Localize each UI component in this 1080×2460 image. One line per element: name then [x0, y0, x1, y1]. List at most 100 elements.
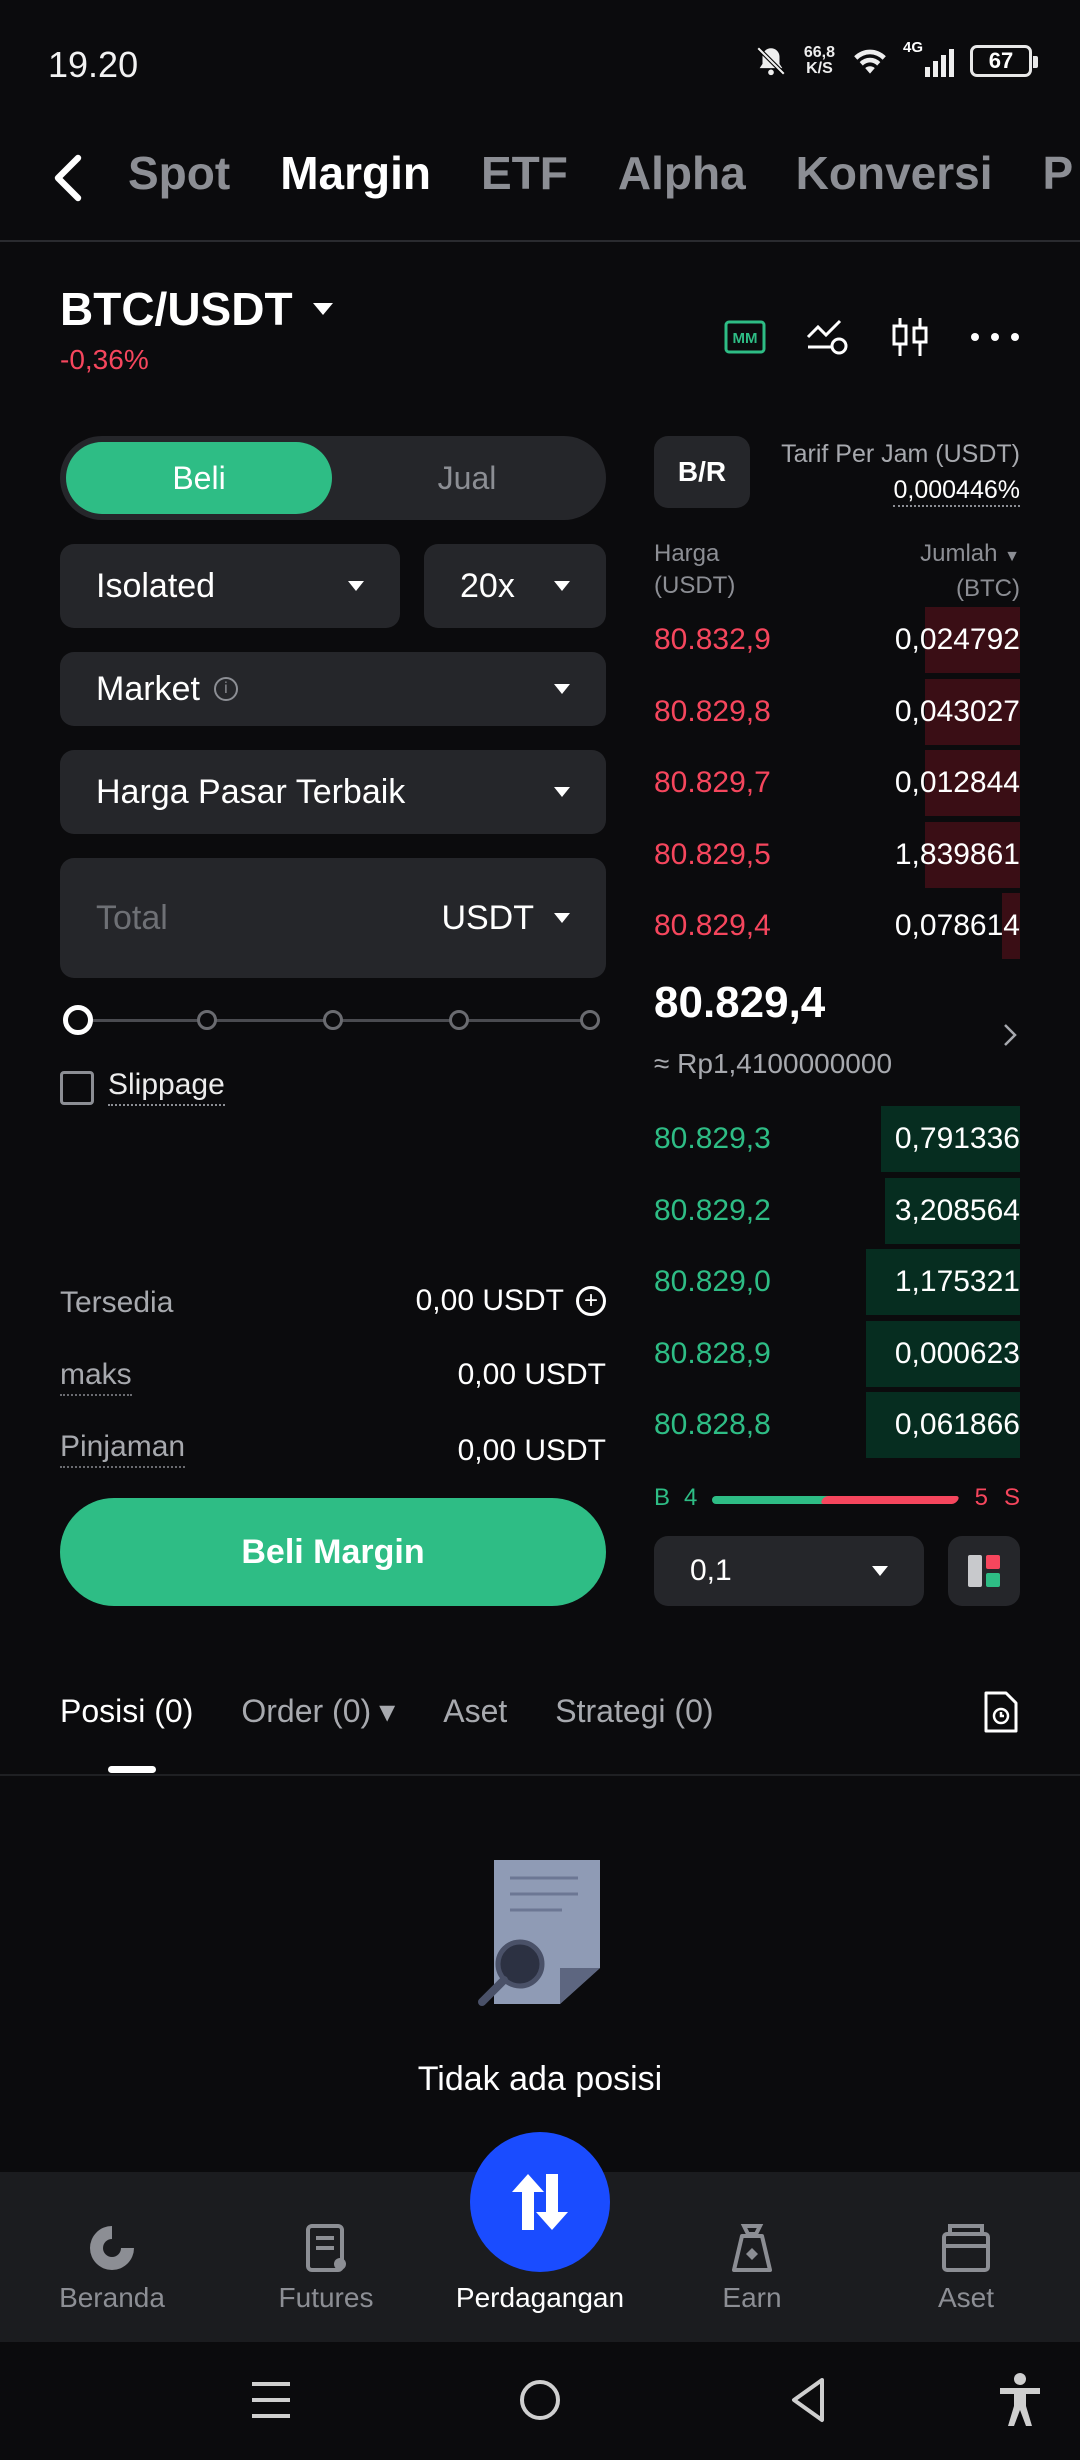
tab-alpha[interactable]: Alpha — [618, 146, 746, 200]
bid-price: 80.828,9 — [654, 1336, 771, 1370]
mute-bell-icon — [756, 46, 786, 76]
earn-icon — [732, 2224, 772, 2272]
plus-circle-icon[interactable]: + — [576, 1286, 606, 1316]
compare-icon[interactable] — [806, 317, 850, 357]
ratio-b-value: 4 — [684, 1484, 698, 1511]
slider-step-25[interactable] — [197, 1010, 217, 1030]
orderbook-layout-button[interactable] — [948, 1536, 1020, 1606]
top-nav: Spot Margin ETF Alpha Konversi P — [0, 130, 1080, 242]
loan-value: 0,00 USDT — [457, 1434, 606, 1467]
slider-step-50[interactable] — [323, 1010, 343, 1030]
ask-row[interactable]: 80.829,4 0,078614 — [654, 893, 1020, 959]
price-type-select[interactable]: Harga Pasar Terbaik — [60, 750, 606, 834]
caret-down-icon — [312, 303, 333, 315]
bid-qty: 0,791336 — [894, 1122, 1020, 1155]
tab-p[interactable]: P — [1043, 146, 1074, 200]
total-unit-select[interactable]: USDT — [441, 899, 534, 938]
available-value: 0,00 USDT — [415, 1284, 564, 1317]
tab-etf[interactable]: ETF — [481, 146, 568, 200]
bid-price: 80.829,2 — [654, 1193, 771, 1227]
ask-qty: 1,839861 — [894, 837, 1020, 871]
caret-down-icon — [872, 1566, 888, 1576]
slippage-label[interactable]: Slippage — [108, 1068, 225, 1106]
bid-price: 80.829,3 — [654, 1122, 771, 1155]
active-tab-indicator — [108, 1766, 156, 1773]
bid-qty: 0,061866 — [894, 1408, 1020, 1441]
status-time: 19.20 — [48, 44, 139, 85]
ask-price: 80.829,4 — [654, 909, 771, 942]
more-icon[interactable] — [970, 332, 1020, 342]
order-type-value: Market — [96, 669, 200, 708]
max-value: 0,00 USDT — [457, 1358, 606, 1391]
slippage-checkbox[interactable] — [60, 1071, 94, 1105]
bid-row[interactable]: 80.829,2 3,208564 — [654, 1177, 1020, 1244]
bid-row[interactable]: 80.829,3 0,791336 — [654, 1106, 1020, 1172]
info-icon[interactable]: i — [213, 677, 238, 701]
network-speed: 66,8 K/S — [803, 44, 835, 77]
candlestick-icon[interactable] — [890, 316, 930, 358]
order-type-select[interactable]: Market i — [60, 652, 606, 726]
ask-price: 80.832,9 — [654, 623, 771, 656]
max-label[interactable]: maks — [60, 1358, 132, 1396]
slider-step-75[interactable] — [449, 1010, 469, 1030]
price-type-value: Harga Pasar Terbaik — [96, 772, 406, 811]
order-history-icon[interactable] — [982, 1690, 1020, 1734]
available-row: 0,00 USDT + — [416, 1284, 606, 1318]
tab-spot[interactable]: Spot — [128, 146, 230, 200]
svg-text:MM: MM — [733, 330, 758, 347]
br-button[interactable]: B/R — [654, 436, 750, 508]
ask-row[interactable]: 80.829,8 0,043027 — [654, 678, 1020, 745]
position-tab-2[interactable]: Aset — [443, 1693, 507, 1730]
battery-icon: 67 — [970, 45, 1038, 77]
ask-price: 80.829,8 — [654, 694, 771, 728]
ratio-sell-bar — [819, 1496, 961, 1504]
tab-konversi[interactable]: Konversi — [796, 146, 993, 200]
quantity-column-header[interactable]: Jumlah ▼ (BTC) — [920, 538, 1020, 605]
leverage-select[interactable]: 20x — [424, 544, 606, 628]
system-nav-bar — [0, 2342, 1080, 2460]
accessibility-icon[interactable] — [996, 2372, 1044, 2428]
bid-qty: 3,208564 — [894, 1193, 1020, 1227]
buy-margin-button[interactable]: Beli Margin — [60, 1498, 606, 1606]
ask-qty: 0,024792 — [894, 623, 1020, 656]
position-tab-0[interactable]: Posisi (0) — [60, 1693, 193, 1730]
bid-price: 80.828,8 — [654, 1408, 771, 1441]
margin-mode-select[interactable]: Isolated — [60, 544, 400, 628]
position-tab-3[interactable]: Strategi (0) — [555, 1693, 713, 1730]
chevron-right-icon[interactable] — [1002, 1022, 1018, 1048]
buy-tab[interactable]: Beli — [66, 442, 332, 514]
nav-aset[interactable]: Aset — [866, 2220, 1066, 2314]
ask-row[interactable]: 80.829,7 0,012844 — [654, 750, 1020, 816]
nav-perdagangan-label[interactable]: Perdagangan — [390, 2282, 690, 2314]
position-tab-1[interactable]: Order (0) — [241, 1693, 371, 1730]
sell-tab[interactable]: Jual — [334, 442, 600, 514]
precision-value: 0,1 — [690, 1554, 732, 1587]
margin-mode-value: Isolated — [96, 566, 216, 605]
total-input[interactable]: Total USDT — [60, 858, 606, 978]
mm-icon[interactable]: MM — [724, 320, 766, 354]
pair-selector[interactable]: BTC/USDT — [60, 282, 333, 336]
slider-handle[interactable] — [63, 1005, 93, 1035]
caret-down-icon: ▾ — [379, 1693, 396, 1729]
tab-margin[interactable]: Margin — [280, 146, 431, 200]
bid-row[interactable]: 80.829,0 1,175321 — [654, 1249, 1020, 1315]
trade-center-button[interactable] — [470, 2132, 610, 2272]
ratio-s-label: S — [1003, 1484, 1020, 1511]
available-label: Tersedia — [60, 1286, 174, 1319]
bid-qty: 1,175321 — [894, 1265, 1020, 1298]
nav-beranda[interactable]: Beranda — [12, 2220, 212, 2314]
menu-icon[interactable] — [250, 2378, 292, 2422]
ask-row[interactable]: 80.829,5 1,839861 — [654, 821, 1020, 888]
last-price[interactable]: 80.829,4 — [654, 978, 825, 1028]
slider-step-100[interactable] — [580, 1010, 600, 1030]
bid-row[interactable]: 80.828,8 0,061866 — [654, 1392, 1020, 1458]
precision-select[interactable]: 0,1 — [654, 1536, 924, 1606]
total-placeholder: Total — [96, 898, 168, 937]
swap-arrows-icon — [512, 2174, 568, 2230]
back-triangle-icon[interactable] — [788, 2376, 828, 2424]
hourly-rate-value[interactable]: 0,000446% — [893, 476, 1020, 507]
bid-row[interactable]: 80.828,9 0,000623 — [654, 1320, 1020, 1387]
ask-row[interactable]: 80.832,9 0,024792 — [654, 607, 1020, 673]
home-circle-icon[interactable] — [518, 2378, 562, 2422]
loan-label[interactable]: Pinjaman — [60, 1430, 186, 1468]
